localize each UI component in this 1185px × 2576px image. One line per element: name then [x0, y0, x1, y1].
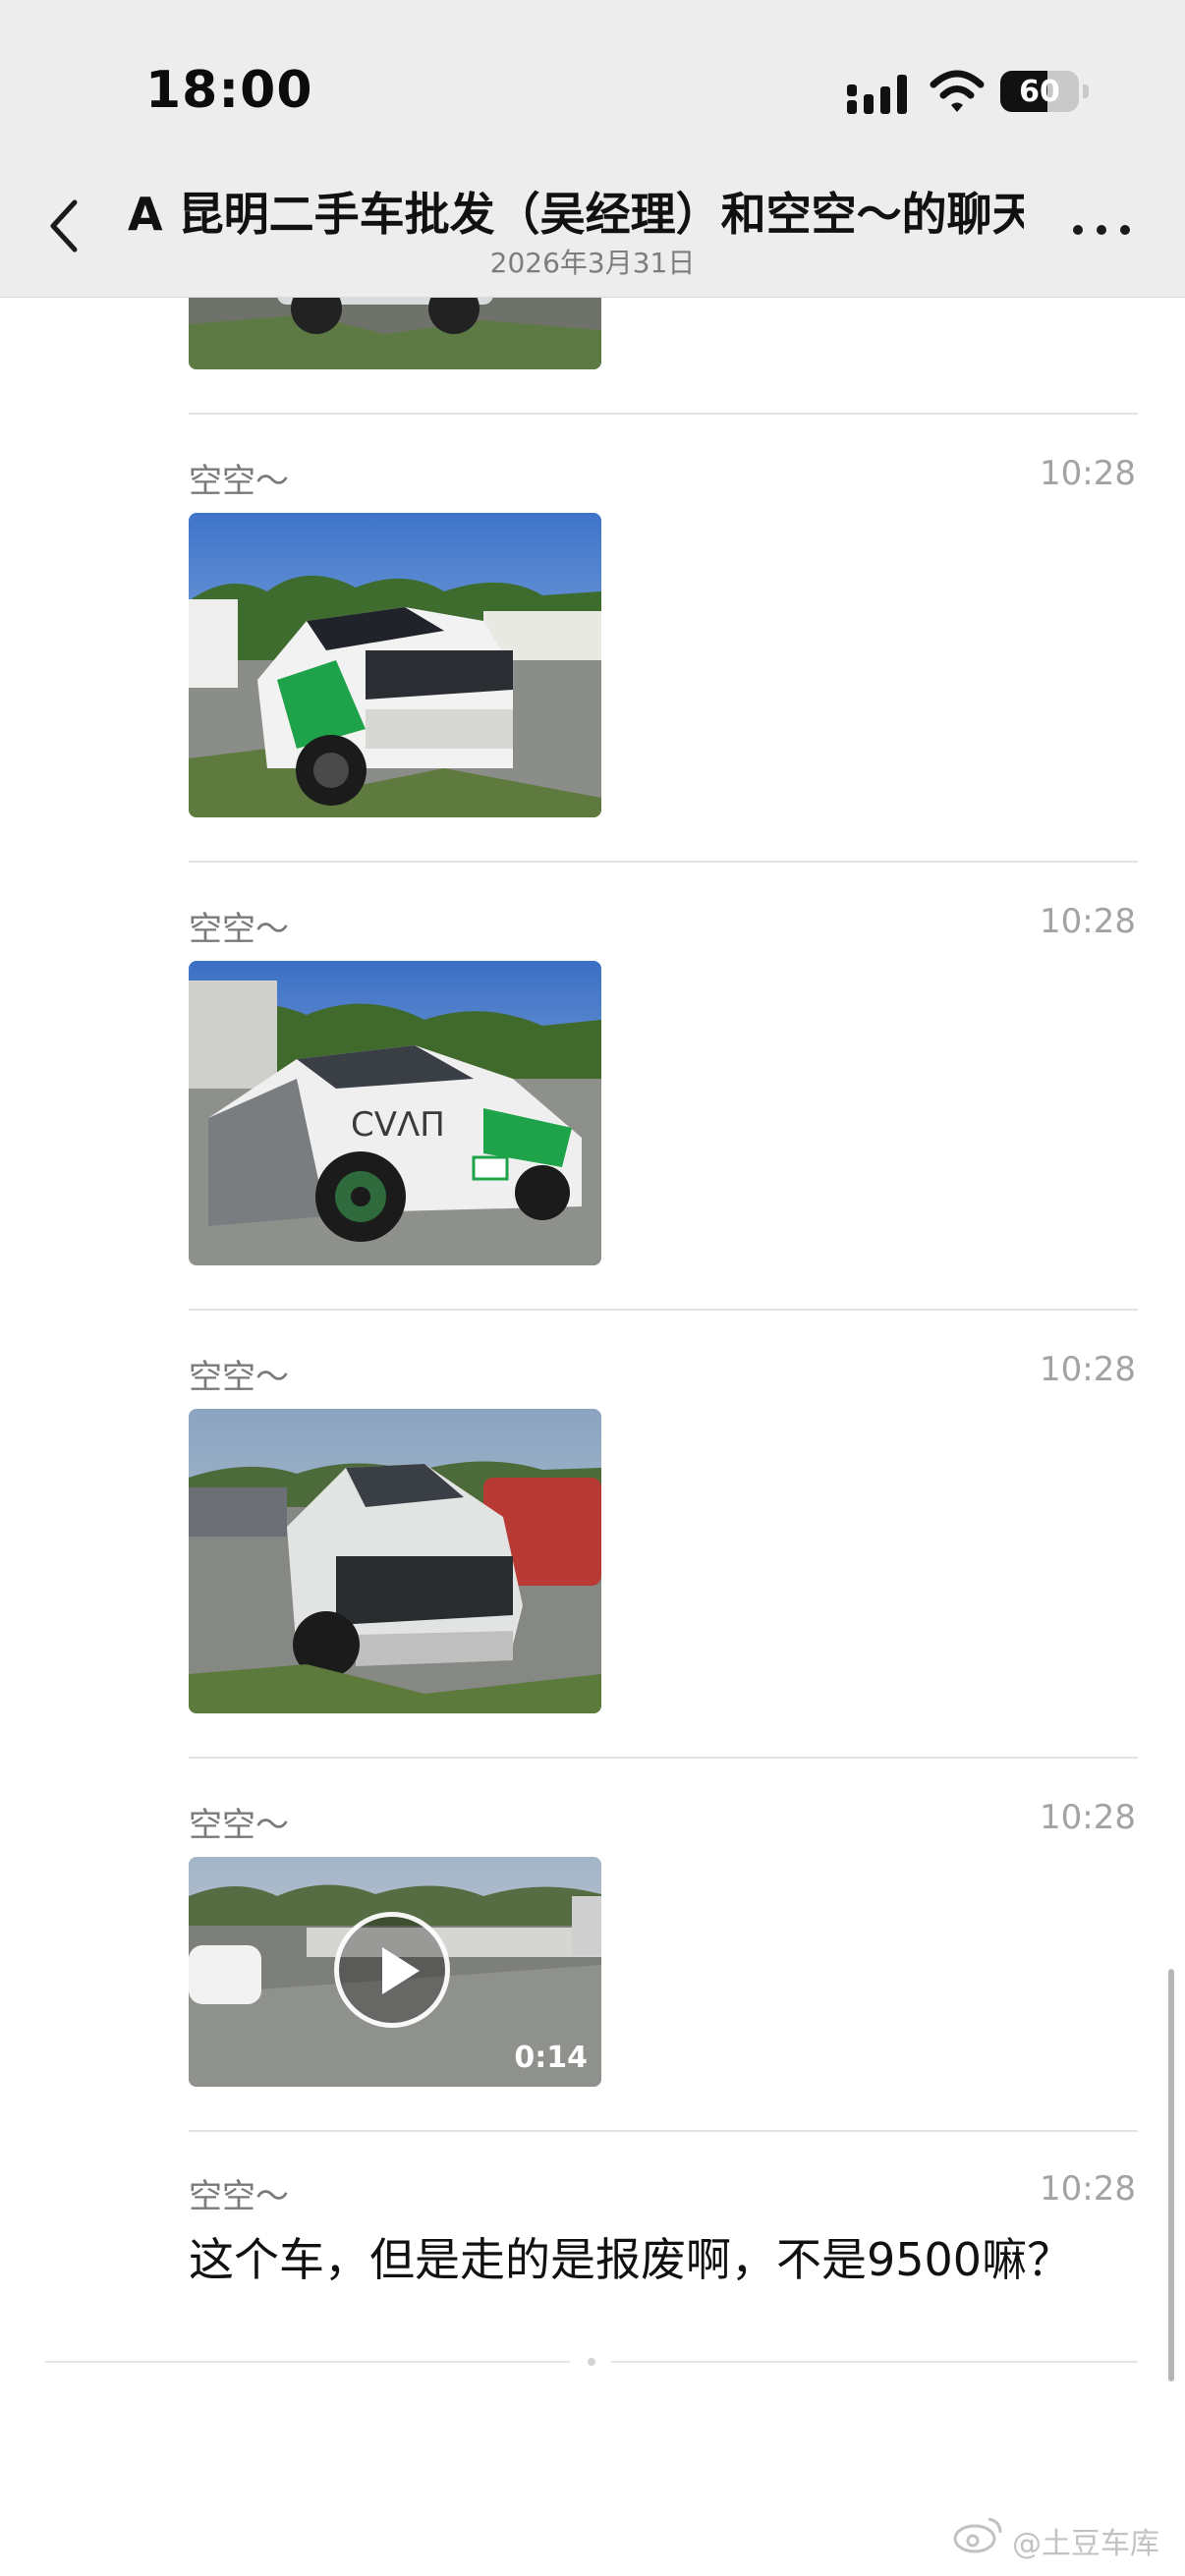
- watermark-text: @土豆车库: [1012, 2527, 1159, 2561]
- sender-name: 空空～: [189, 1358, 289, 1397]
- list-end-dot: [588, 2358, 595, 2366]
- message-time: 10:28: [1040, 1350, 1136, 1389]
- svg-text:CVΛΠ: CVΛΠ: [351, 1105, 445, 1145]
- message-divider: [189, 861, 1138, 863]
- message-divider: [189, 1757, 1138, 1759]
- message-image[interactable]: CVΛΠ: [189, 961, 601, 1265]
- video-duration: 0:14: [514, 2041, 588, 2075]
- status-time: 18:00: [145, 61, 313, 120]
- sender-name: 空空～: [189, 2177, 289, 2216]
- message-video[interactable]: 0:14: [189, 1857, 601, 2087]
- watermark: @土豆车库: [953, 2517, 1159, 2562]
- battery-icon: 60: [1000, 71, 1079, 112]
- chat-history-screen: 空空～ 10:28 空空～ 10:28 CVΛΠ 空空～ 10:28 空空～ 1…: [0, 0, 1185, 2576]
- wifi-icon: [930, 70, 985, 112]
- video-play-icon[interactable]: [334, 1912, 450, 2028]
- weibo-logo-icon: [953, 2517, 1002, 2553]
- message-divider: [189, 2130, 1138, 2132]
- sender-name: 空空～: [189, 1806, 289, 1845]
- list-end-divider: [45, 2361, 570, 2363]
- cellular-signal-icon: [847, 75, 907, 114]
- message-time: 10:28: [1040, 1798, 1136, 1837]
- battery-level: 60: [1019, 74, 1060, 109]
- chat-title: A 昆明二手车批发（吴经理）和空空～的聊天记录: [128, 188, 1024, 241]
- sender-name: 空空～: [189, 462, 289, 501]
- message-divider: [189, 413, 1138, 415]
- message-image[interactable]: [189, 513, 601, 817]
- list-end-divider: [611, 2361, 1138, 2363]
- more-options-icon[interactable]: [1073, 222, 1130, 238]
- chat-date: 2026年3月31日: [489, 247, 696, 279]
- message-time: 10:28: [1040, 454, 1136, 493]
- message-time: 10:28: [1040, 2169, 1136, 2209]
- message-divider: [189, 1309, 1138, 1311]
- message-text: 这个车，但是走的是报废啊，不是9500嘛？: [189, 2233, 1073, 2286]
- scrollbar[interactable]: [1168, 1969, 1174, 2381]
- battery-cap: [1083, 84, 1089, 98]
- message-list[interactable]: 空空～ 10:28 空空～ 10:28 CVΛΠ 空空～ 10:28 空空～ 1…: [0, 0, 1185, 2576]
- message-time: 10:28: [1040, 902, 1136, 941]
- sender-name: 空空～: [189, 910, 289, 949]
- message-image[interactable]: [189, 1409, 601, 1713]
- nav-header: 18:00 60 A 昆明二手车批发（吴经理）和空空～的聊天 2026年3月31…: [0, 0, 1185, 298]
